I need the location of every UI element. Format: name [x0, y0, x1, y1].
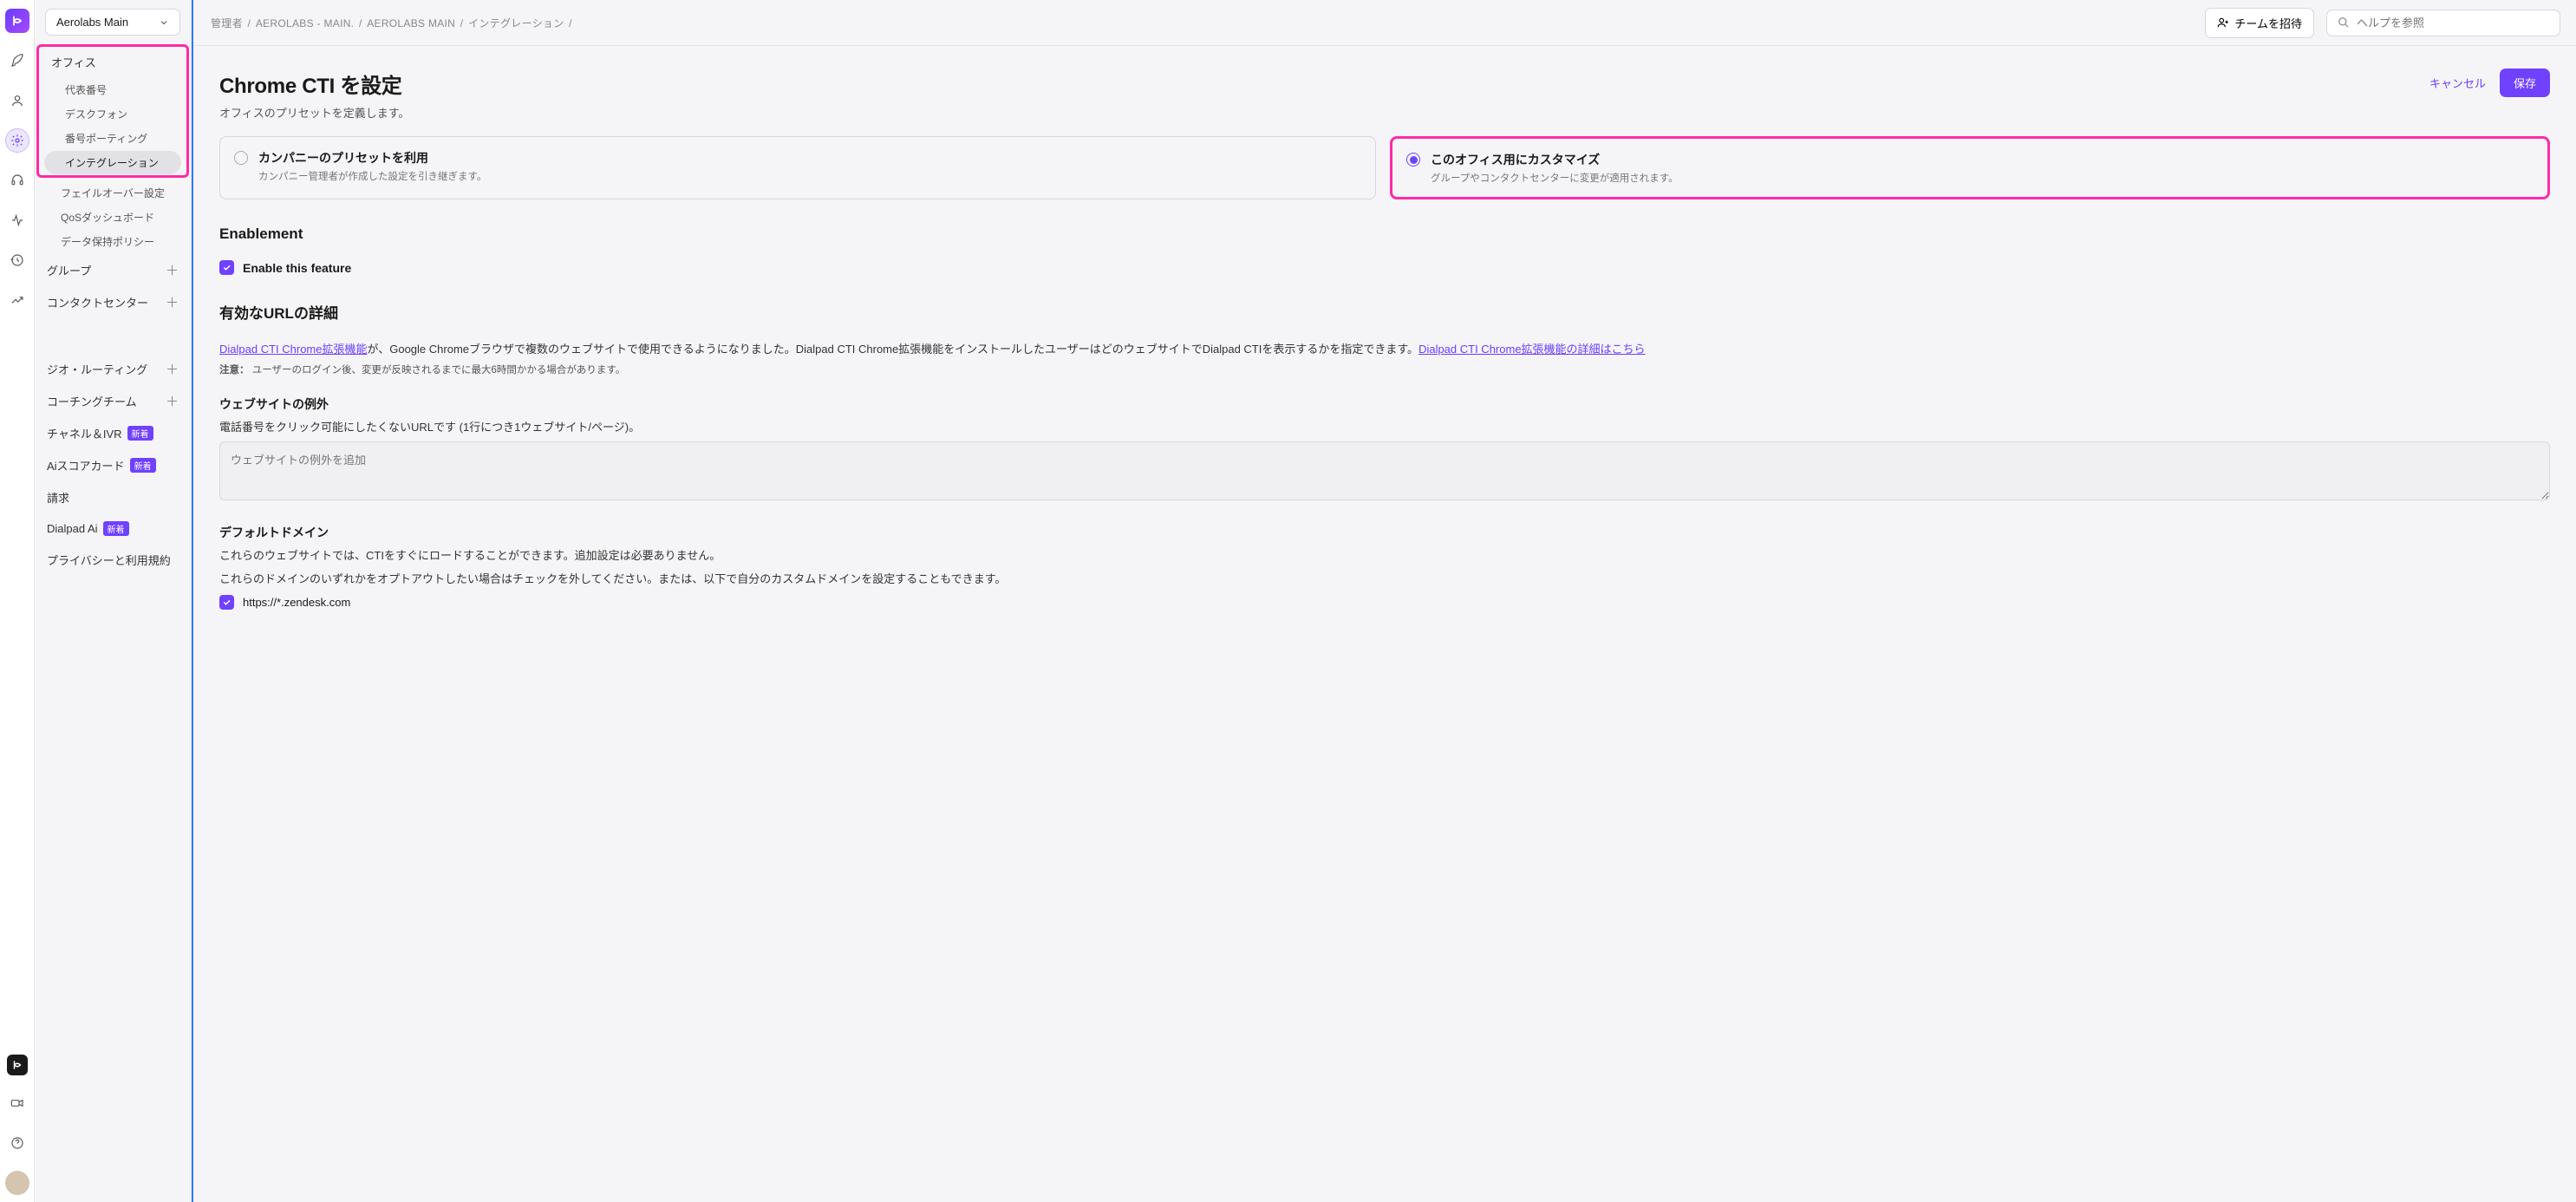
page-subtitle: オフィスのプリセットを定義します。 — [219, 104, 409, 121]
save-button[interactable]: 保存 — [2500, 69, 2550, 97]
sidebar-header-contactcenter[interactable]: コンタクトセンター＋ — [35, 286, 191, 318]
sidebar-item-deskphone[interactable]: デスクフォン — [44, 102, 181, 126]
gear-icon[interactable] — [5, 128, 29, 153]
office-section-highlight: オフィス 代表番号 デスクフォン 番号ポーティング インテグレーション — [36, 44, 189, 178]
sidebar-item-dialpad-ai[interactable]: Dialpad Ai新着 — [35, 513, 191, 544]
sidebar-header-office[interactable]: オフィス — [39, 47, 186, 77]
new-badge: 新着 — [127, 426, 153, 441]
invite-team-button[interactable]: チームを招待 — [2205, 8, 2314, 38]
exceptions-heading: ウェブサイトの例外 — [219, 395, 2550, 413]
video-icon[interactable] — [5, 1091, 29, 1115]
default-domain-line1: これらのウェブサイトでは、CTIをすぐにロードすることができます。追加設定は必要… — [219, 546, 2550, 563]
sidebar: Aerolabs Main オフィス 代表番号 デスクフォン 番号ポーティング … — [35, 0, 192, 1202]
cti-ext-link[interactable]: Dialpad CTI Chrome拡張機能 — [219, 343, 368, 356]
trend-icon[interactable] — [5, 288, 29, 312]
plus-icon[interactable]: ＋ — [166, 392, 179, 410]
main-content: Chrome CTI を設定 オフィスのプリセットを定義します。 キャンセル 保… — [193, 46, 2576, 1202]
headset-icon[interactable] — [5, 168, 29, 193]
breadcrumb: 管理者 / AEROLABS - MAIN. / AEROLABS MAIN /… — [209, 16, 2193, 30]
activity-icon[interactable] — [5, 208, 29, 232]
valid-urls-text: Dialpad CTI Chrome拡張機能が、Google Chromeブラウ… — [219, 340, 2550, 359]
valid-urls-note: 注意： ユーザーのログイン後、変更が反映されるまでに最大6時間かかる場合がありま… — [219, 363, 2550, 376]
page-title: Chrome CTI を設定 — [219, 69, 409, 99]
icon-rail — [0, 0, 35, 1202]
ai-badge-icon[interactable] — [7, 1055, 28, 1075]
exceptions-desc: 電話番号をクリック可能にしたくないURLです (1行につき1ウェブサイト/ページ… — [219, 418, 2550, 434]
cancel-button[interactable]: キャンセル — [2429, 75, 2486, 91]
history-icon[interactable] — [5, 248, 29, 272]
exceptions-textarea[interactable] — [219, 441, 2550, 500]
sidebar-item-porting[interactable]: 番号ポーティング — [44, 127, 181, 150]
preset-office-card[interactable]: このオフィス用にカスタマイズ グループやコンタクトセンターに変更が適用されます。 — [1390, 136, 2550, 199]
help-search-input[interactable] — [2357, 16, 2549, 29]
radio-selected[interactable] — [1406, 153, 1420, 167]
preset-company-card[interactable]: カンパニーのプリセットを利用 カンパニー管理者が作成した設定を引き継ぎます。 — [219, 136, 1376, 199]
plus-icon[interactable]: ＋ — [166, 261, 179, 279]
sidebar-item-qos[interactable]: QoSダッシュボード — [40, 206, 186, 229]
check-icon — [222, 598, 232, 607]
sidebar-item-integration[interactable]: インテグレーション — [44, 151, 181, 174]
sidebar-item-billing[interactable]: 請求 — [35, 481, 191, 513]
app-logo[interactable] — [5, 9, 29, 33]
new-badge: 新着 — [103, 521, 129, 536]
avatar[interactable] — [5, 1171, 29, 1195]
sidebar-header-group[interactable]: グループ＋ — [35, 254, 191, 286]
plus-icon[interactable]: ＋ — [166, 293, 179, 311]
default-domain-heading: デフォルトドメイン — [219, 524, 2550, 541]
sidebar-item-channel-ivr[interactable]: チャネル＆IVR新着 — [35, 417, 191, 449]
sidebar-item-privacy[interactable]: プライバシーと利用規約 — [35, 544, 191, 576]
person-icon[interactable] — [5, 88, 29, 113]
rocket-icon[interactable] — [5, 49, 29, 73]
enable-feature-checkbox[interactable] — [219, 260, 234, 275]
topbar: 管理者 / AEROLABS - MAIN. / AEROLABS MAIN /… — [193, 0, 2576, 46]
help-search[interactable] — [2326, 10, 2560, 36]
sidebar-item-main-number[interactable]: 代表番号 — [44, 78, 181, 101]
domain-checkbox[interactable] — [219, 595, 234, 610]
valid-urls-heading: 有効なURLの詳細 — [219, 301, 2550, 323]
sidebar-header-coaching[interactable]: コーチングチーム＋ — [35, 385, 191, 417]
workspace-selector[interactable]: Aerolabs Main — [45, 9, 180, 36]
search-icon — [2338, 16, 2350, 29]
sidebar-item-retention[interactable]: データ保持ポリシー — [40, 230, 186, 253]
check-icon — [222, 263, 232, 272]
help-icon[interactable] — [5, 1131, 29, 1155]
person-plus-icon — [2217, 16, 2229, 29]
domain-item-label: https://*.zendesk.com — [243, 596, 350, 609]
chevron-down-icon — [159, 17, 169, 28]
sidebar-item-scorecard[interactable]: Aiスコアカード新着 — [35, 449, 191, 481]
enable-feature-label: Enable this feature — [243, 261, 351, 275]
cti-ext-details-link[interactable]: Dialpad CTI Chrome拡張機能の詳細はこちら — [1418, 343, 1646, 356]
sidebar-header-geo[interactable]: ジオ・ルーティング＋ — [35, 353, 191, 385]
enablement-heading: Enablement — [219, 225, 2550, 243]
default-domain-line2: これらのドメインのいずれかをオプトアウトしたい場合はチェックを外してください。ま… — [219, 570, 2550, 586]
workspace-name: Aerolabs Main — [56, 16, 128, 29]
plus-icon[interactable]: ＋ — [166, 360, 179, 378]
new-badge: 新着 — [130, 458, 156, 473]
radio-unselected[interactable] — [234, 151, 248, 165]
sidebar-item-failover[interactable]: フェイルオーバー設定 — [40, 181, 186, 205]
